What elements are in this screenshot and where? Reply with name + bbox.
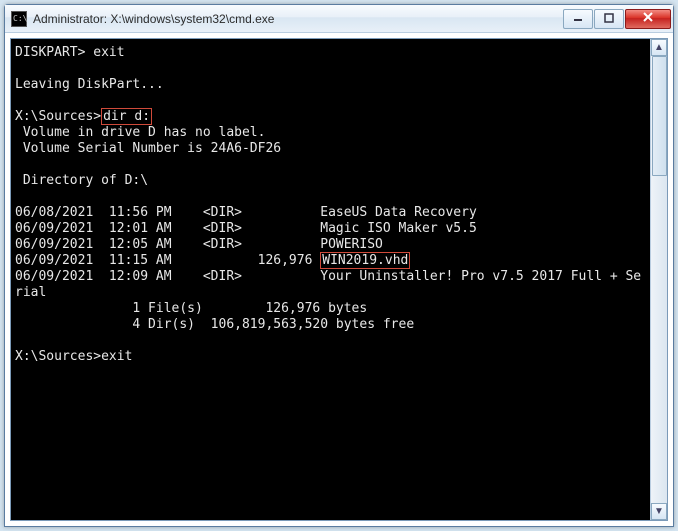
close-button[interactable] — [625, 9, 671, 29]
cmd-dir-highlight: dir d: — [101, 108, 152, 125]
vhd-file-highlight: WIN2019.vhd — [320, 252, 410, 269]
scroll-thumb[interactable] — [652, 56, 667, 176]
dir-row-2: 06/09/2021 12:01 AM <DIR> Magic ISO Make… — [15, 221, 477, 236]
summary-dirs: 4 Dir(s) 106,819,563,520 bytes free — [15, 317, 414, 332]
dir-row-5b: rial — [15, 285, 46, 300]
titlebar[interactable]: Administrator: X:\windows\system32\cmd.e… — [5, 5, 673, 33]
dir-row-1: 06/08/2021 11:56 PM <DIR> EaseUS Data Re… — [15, 205, 477, 220]
maximize-icon — [604, 13, 614, 23]
cmd-exit-1: exit — [93, 45, 124, 60]
cmd-icon — [11, 11, 27, 27]
cmd-exit-2: exit — [101, 349, 132, 364]
leaving-diskpart: Leaving DiskPart... — [15, 77, 164, 92]
dir-row-4a: 06/09/2021 11:15 AM 126,976 — [15, 253, 320, 268]
volume-line-1: Volume in drive D has no label. — [15, 125, 265, 140]
close-icon — [642, 11, 654, 23]
minimize-icon — [573, 13, 583, 23]
directory-of: Directory of D:\ — [15, 173, 148, 188]
scrollbar[interactable]: ▲ ▼ — [650, 39, 667, 520]
scroll-up-button[interactable]: ▲ — [651, 39, 667, 56]
dir-row-5: 06/09/2021 12:09 AM <DIR> Your Uninstall… — [15, 269, 641, 284]
prompt-diskpart: DISKPART> — [15, 45, 93, 60]
summary-files: 1 File(s) 126,976 bytes — [15, 301, 367, 316]
dir-row-3: 06/09/2021 12:05 AM <DIR> POWERISO — [15, 237, 383, 252]
cmd-window: Administrator: X:\windows\system32\cmd.e… — [4, 4, 674, 527]
maximize-button[interactable] — [594, 9, 624, 29]
minimize-button[interactable] — [563, 9, 593, 29]
volume-line-2: Volume Serial Number is 24A6-DF26 — [15, 141, 281, 156]
console-output[interactable]: DISKPART> exit Leaving DiskPart... X:\So… — [11, 39, 650, 520]
scroll-down-button[interactable]: ▼ — [651, 503, 667, 520]
window-title: Administrator: X:\windows\system32\cmd.e… — [33, 12, 563, 26]
window-buttons — [563, 9, 671, 29]
prompt-sources-1: X:\Sources> — [15, 109, 101, 124]
prompt-sources-2: X:\Sources> — [15, 349, 101, 364]
console-frame: DISKPART> exit Leaving DiskPart... X:\So… — [10, 38, 668, 521]
